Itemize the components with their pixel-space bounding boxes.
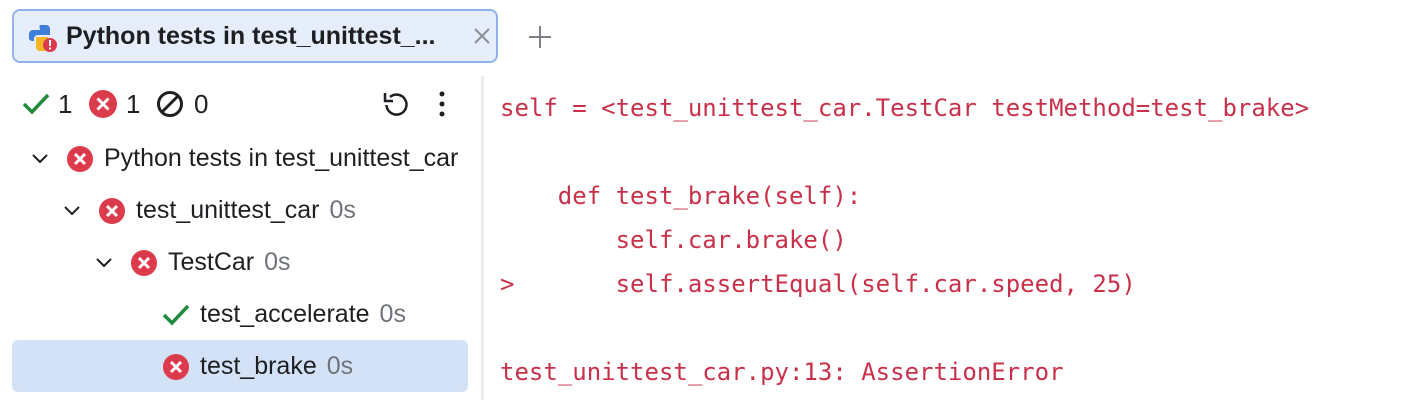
error-icon bbox=[67, 146, 93, 172]
passed-check-icon bbox=[162, 304, 190, 326]
test-label: test_brake bbox=[200, 352, 317, 380]
rerun-icon[interactable] bbox=[382, 90, 410, 118]
test-time: 0s bbox=[326, 352, 354, 380]
console-line: self.car.brake() bbox=[500, 226, 847, 254]
tree-module-label: test_unittest_car bbox=[136, 196, 320, 224]
tree-class-label: TestCar bbox=[168, 248, 255, 276]
tree-row-module[interactable]: test_unittest_car 0s bbox=[0, 184, 480, 236]
chevron-down-icon[interactable] bbox=[30, 149, 50, 169]
test-results-toolbar: 1 1 0 bbox=[20, 84, 470, 124]
tree-row-test-brake[interactable]: test_brake 0s bbox=[12, 340, 468, 392]
tree-class-time: 0s bbox=[264, 248, 291, 276]
chevron-down-icon[interactable] bbox=[62, 201, 82, 221]
console-output[interactable]: self = <test_unittest_car.TestCar testMe… bbox=[500, 86, 1420, 400]
tree-row-test-accelerate[interactable]: test_accelerate 0s bbox=[0, 288, 480, 340]
test-tree: Python tests in test_unittest_car test_u… bbox=[0, 130, 480, 400]
error-icon bbox=[163, 354, 189, 380]
add-tab-icon[interactable] bbox=[526, 23, 554, 51]
console-line: self = <test_unittest_car.TestCar testMe… bbox=[500, 94, 1310, 122]
ignored-icon bbox=[157, 91, 183, 117]
console-line: test_unittest_car.py:13: AssertionError bbox=[500, 358, 1064, 386]
test-time: 0s bbox=[379, 300, 406, 328]
failed-error-icon bbox=[89, 90, 117, 118]
panel-divider[interactable] bbox=[481, 76, 484, 400]
tree-row-root[interactable]: Python tests in test_unittest_car bbox=[0, 132, 480, 184]
test-label: test_accelerate bbox=[200, 300, 370, 328]
more-options-icon[interactable] bbox=[434, 90, 450, 118]
chevron-down-icon[interactable] bbox=[94, 253, 114, 273]
tree-row-class[interactable]: TestCar 0s bbox=[0, 236, 480, 288]
failed-count: 1 bbox=[126, 89, 141, 119]
console-line: > self.assertEqual(self.car.speed, 25) bbox=[500, 270, 1136, 298]
tree-module-time: 0s bbox=[329, 196, 356, 224]
passed-count: 1 bbox=[58, 89, 73, 119]
error-icon bbox=[99, 198, 125, 224]
error-icon bbox=[131, 250, 157, 276]
tree-root-label: Python tests in test_unittest_car bbox=[104, 144, 459, 172]
passed-check-icon bbox=[22, 93, 50, 115]
console-line: def test_brake(self): bbox=[500, 182, 862, 210]
ignored-count: 0 bbox=[194, 89, 209, 119]
